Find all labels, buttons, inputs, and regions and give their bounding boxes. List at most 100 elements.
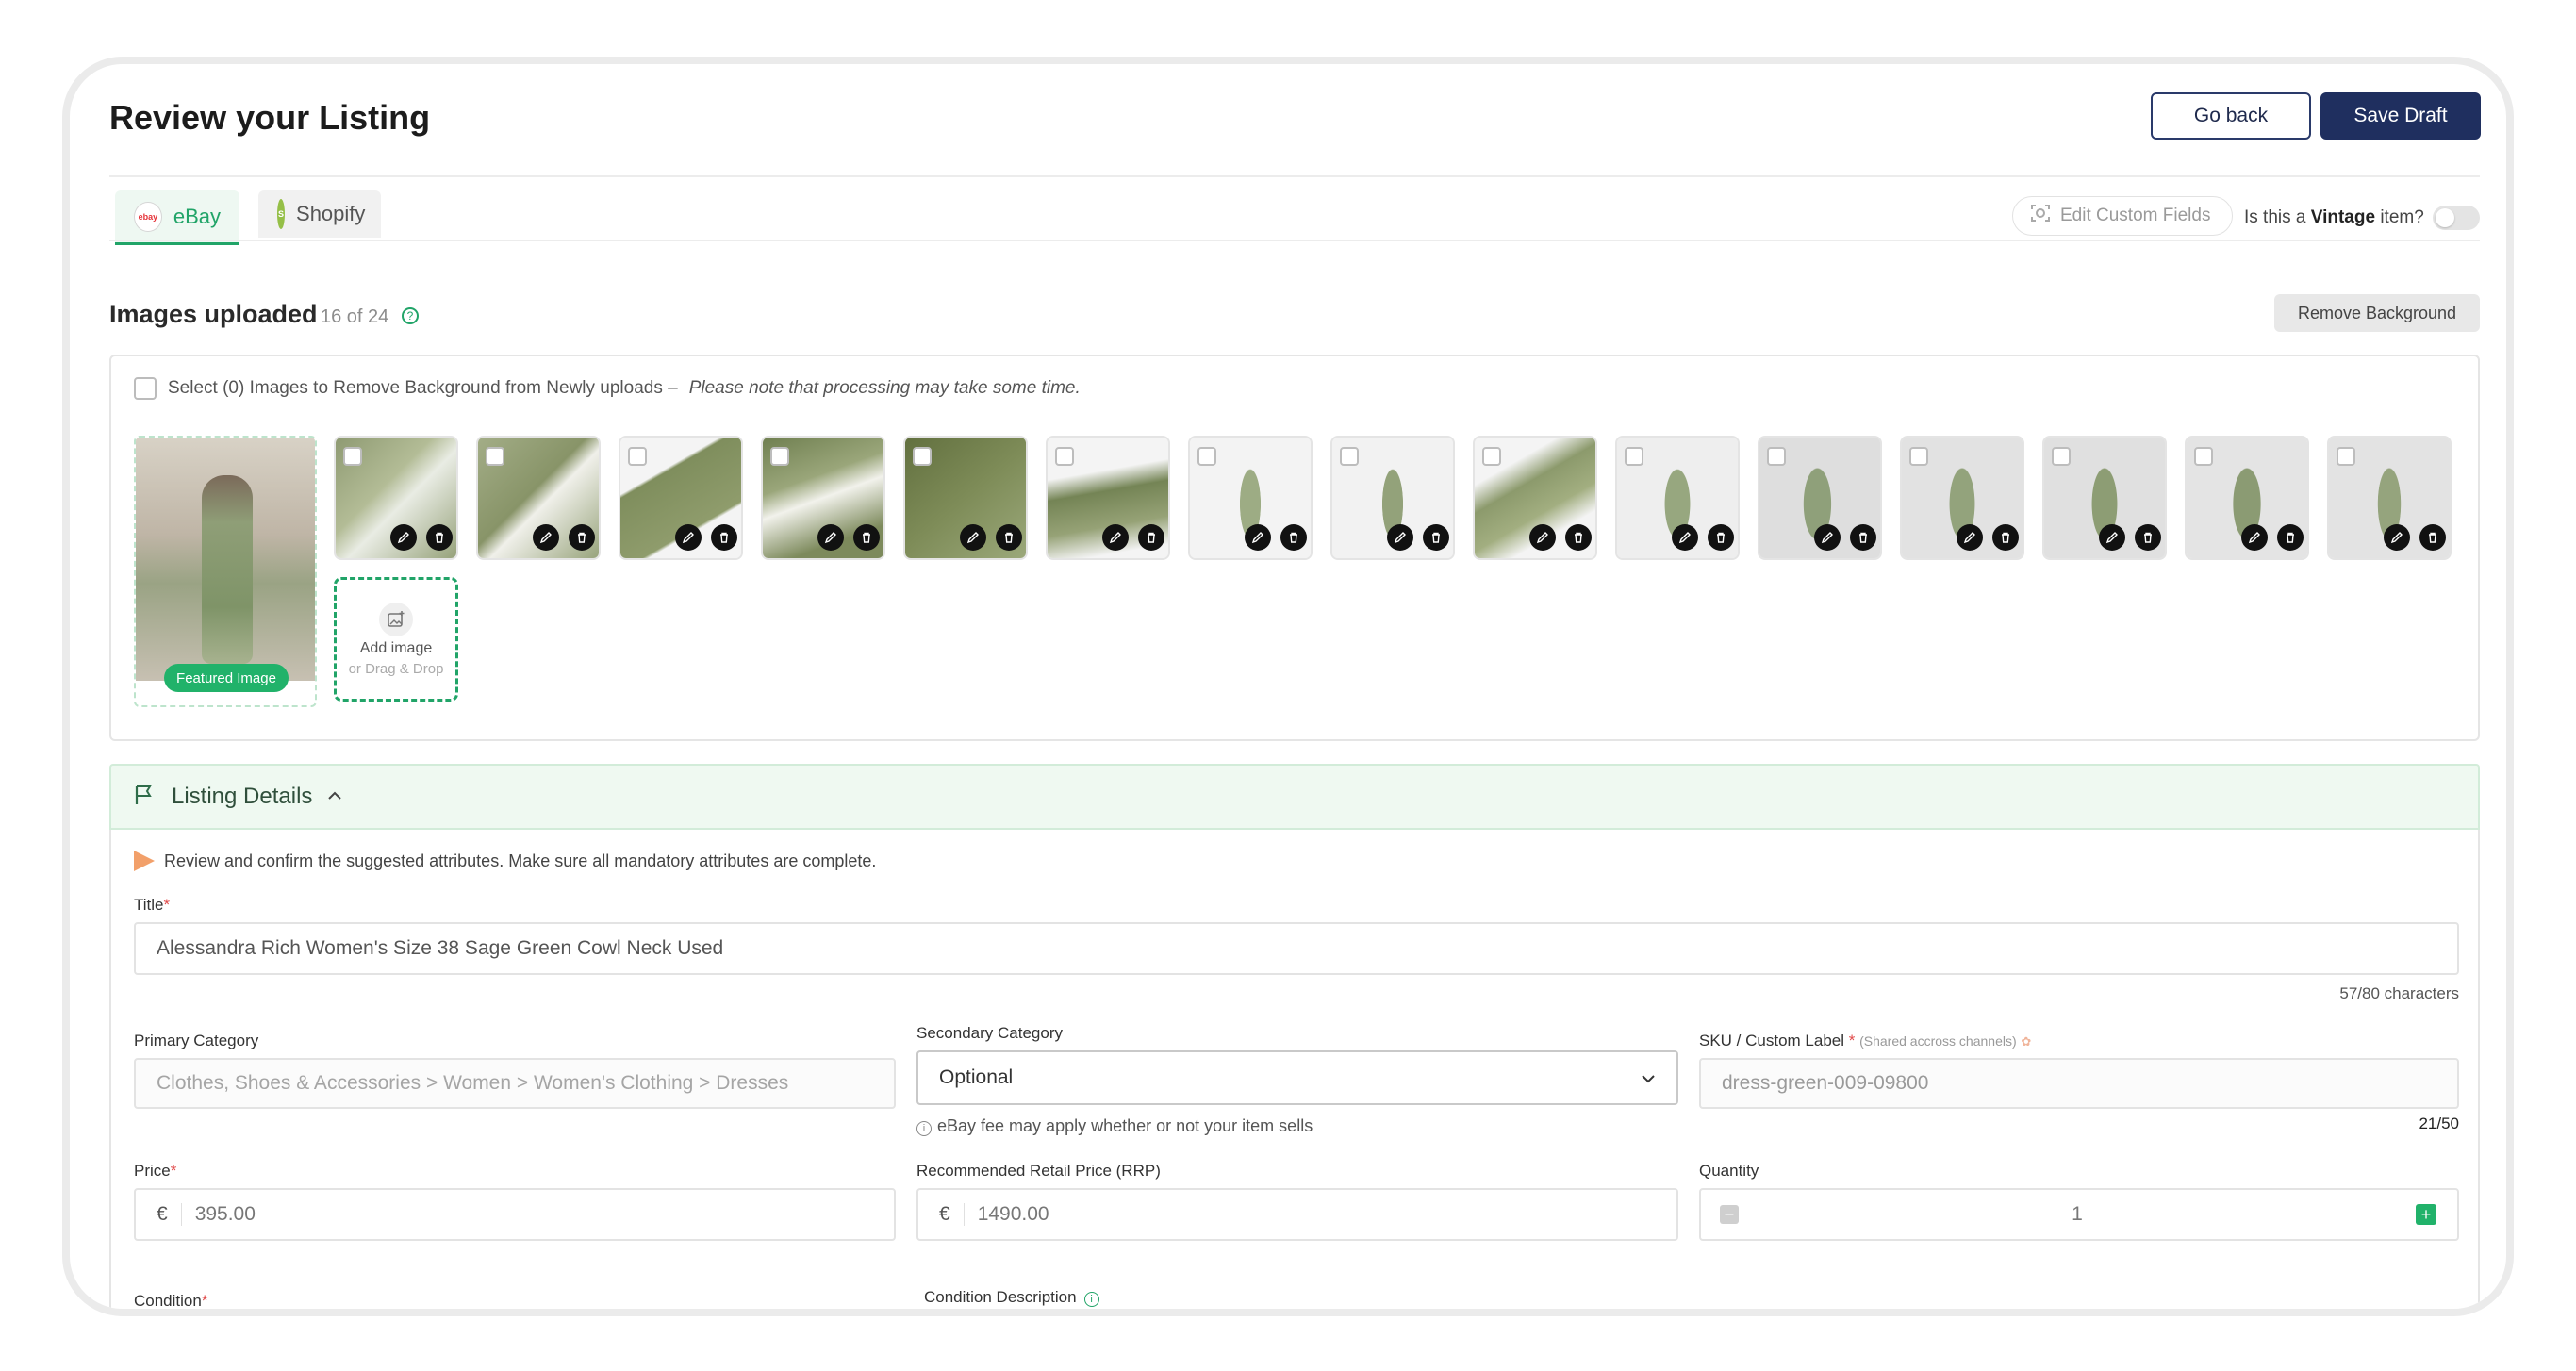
- secondary-category-select[interactable]: Optional: [916, 1050, 1678, 1105]
- quantity-increment-button[interactable]: +: [2416, 1204, 2436, 1225]
- image-select-checkbox[interactable]: [1909, 447, 1928, 466]
- trash-icon[interactable]: [1850, 524, 1876, 551]
- image-select-checkbox[interactable]: [486, 447, 504, 466]
- edit-icon[interactable]: [817, 524, 844, 551]
- remove-background-button[interactable]: Remove Background: [2274, 294, 2480, 332]
- image-select-checkbox[interactable]: [1625, 447, 1643, 466]
- info-icon: i: [916, 1121, 932, 1136]
- quantity-decrement-button[interactable]: –: [1720, 1205, 1739, 1224]
- image-thumbnail[interactable]: [1330, 436, 1455, 560]
- divider: [109, 240, 2480, 241]
- edit-icon[interactable]: [1957, 524, 1983, 551]
- image-select-checkbox[interactable]: [770, 447, 789, 466]
- image-thumbnail[interactable]: [2327, 436, 2452, 560]
- image-thumbnail[interactable]: [761, 436, 885, 560]
- image-thumbnail[interactable]: [1046, 436, 1170, 560]
- hint-text: Review and confirm the suggested attribu…: [164, 851, 877, 870]
- image-select-checkbox[interactable]: [2052, 447, 2071, 466]
- price-input[interactable]: € 395.00: [134, 1188, 896, 1241]
- currency-symbol: €: [939, 1203, 965, 1226]
- edit-icon[interactable]: [390, 524, 417, 551]
- rrp-input[interactable]: € 1490.00: [916, 1188, 1678, 1241]
- image-thumbnail[interactable]: [1473, 436, 1597, 560]
- trash-icon[interactable]: [711, 524, 737, 551]
- edit-icon[interactable]: [1102, 524, 1129, 551]
- image-thumbnail[interactable]: [476, 436, 601, 560]
- image-thumbnail[interactable]: [334, 436, 458, 560]
- edit-icon[interactable]: [2241, 524, 2268, 551]
- listing-details-header[interactable]: Listing Details: [109, 764, 2480, 830]
- app-window: Review your Listing Go back Save Draft e…: [62, 57, 2514, 1316]
- title-input[interactable]: Alessandra Rich Women's Size 38 Sage Gre…: [134, 922, 2459, 975]
- image-select-checkbox[interactable]: [2337, 447, 2355, 466]
- tab-ebay[interactable]: ebay eBay: [115, 190, 239, 245]
- edit-icon[interactable]: [1814, 524, 1841, 551]
- add-image-label: Add image: [359, 639, 433, 656]
- secondary-category-note: i eBay fee may apply whether or not your …: [916, 1116, 1313, 1136]
- image-thumbnail[interactable]: [1188, 436, 1313, 560]
- trash-icon[interactable]: [1565, 524, 1592, 551]
- help-icon[interactable]: ?: [402, 307, 419, 324]
- rrp-label: Recommended Retail Price (RRP): [916, 1162, 1161, 1180]
- trash-icon[interactable]: [1280, 524, 1307, 551]
- edit-icon[interactable]: [2384, 524, 2410, 551]
- trash-icon[interactable]: [2419, 524, 2446, 551]
- image-select-checkbox[interactable]: [913, 447, 932, 466]
- image-select-checkbox[interactable]: [1767, 447, 1786, 466]
- quantity-value[interactable]: 1: [2072, 1203, 2083, 1226]
- image-select-checkbox[interactable]: [2194, 447, 2213, 466]
- primary-category-input[interactable]: Clothes, Shoes & Accessories > Women > W…: [134, 1058, 896, 1109]
- image-select-checkbox[interactable]: [1482, 447, 1501, 466]
- tab-label: eBay: [173, 204, 221, 228]
- image-thumbnail[interactable]: [1900, 436, 2024, 560]
- select-all-checkbox[interactable]: [134, 377, 157, 400]
- image-thumbnail[interactable]: [1615, 436, 1740, 560]
- add-image-dropzone[interactable]: Add image or Drag & Drop: [334, 577, 458, 702]
- chevron-up-icon: [327, 788, 342, 805]
- trash-icon[interactable]: [2277, 524, 2304, 551]
- trash-icon[interactable]: [853, 524, 880, 551]
- trash-icon[interactable]: [996, 524, 1022, 551]
- info-icon[interactable]: i: [1083, 1292, 1099, 1307]
- condition-description-label: Condition Description i: [924, 1288, 1105, 1307]
- image-select-checkbox[interactable]: [1340, 447, 1359, 466]
- featured-photo: [136, 438, 315, 681]
- image-select-checkbox[interactable]: [1055, 447, 1074, 466]
- edit-icon[interactable]: [533, 524, 559, 551]
- sku-input[interactable]: dress-green-009-09800: [1699, 1058, 2459, 1109]
- image-select-checkbox[interactable]: [1197, 447, 1216, 466]
- trash-icon[interactable]: [569, 524, 595, 551]
- image-thumbnail[interactable]: [2185, 436, 2309, 560]
- condition-description-input[interactable]: [924, 1313, 2459, 1316]
- edit-icon[interactable]: [1672, 524, 1698, 551]
- image-thumbnail[interactable]: [2042, 436, 2167, 560]
- trash-icon[interactable]: [1423, 524, 1449, 551]
- trash-icon[interactable]: [2135, 524, 2161, 551]
- edit-icon[interactable]: [1387, 524, 1413, 551]
- image-thumbnail[interactable]: [619, 436, 743, 560]
- image-thumbnail[interactable]: [903, 436, 1028, 560]
- save-draft-button[interactable]: Save Draft: [2320, 92, 2481, 140]
- image-thumbnail[interactable]: [1758, 436, 1882, 560]
- edit-custom-fields-button[interactable]: Edit Custom Fields: [2012, 196, 2233, 236]
- trash-icon[interactable]: [1138, 524, 1164, 551]
- shopify-logo-icon: S: [277, 199, 286, 229]
- tab-shopify[interactable]: S Shopify: [258, 190, 381, 238]
- edit-icon[interactable]: [1245, 524, 1271, 551]
- edit-icon[interactable]: [960, 524, 986, 551]
- image-select-checkbox[interactable]: [343, 447, 362, 466]
- edit-icon[interactable]: [675, 524, 702, 551]
- quantity-label: Quantity: [1699, 1162, 1759, 1180]
- image-select-checkbox[interactable]: [628, 447, 647, 466]
- edit-icon[interactable]: [2099, 524, 2125, 551]
- currency-symbol: €: [157, 1203, 182, 1226]
- edit-icon[interactable]: [1529, 524, 1556, 551]
- trash-icon[interactable]: [426, 524, 453, 551]
- vintage-question: Is this a Vintage item?: [2244, 207, 2424, 227]
- trash-icon[interactable]: [1992, 524, 2019, 551]
- vintage-toggle[interactable]: [2433, 206, 2480, 230]
- trash-icon[interactable]: [1708, 524, 1734, 551]
- featured-image[interactable]: Featured Image: [134, 436, 317, 707]
- go-back-button[interactable]: Go back: [2151, 92, 2311, 140]
- images-panel: Select (0) Images to Remove Background f…: [109, 355, 2480, 741]
